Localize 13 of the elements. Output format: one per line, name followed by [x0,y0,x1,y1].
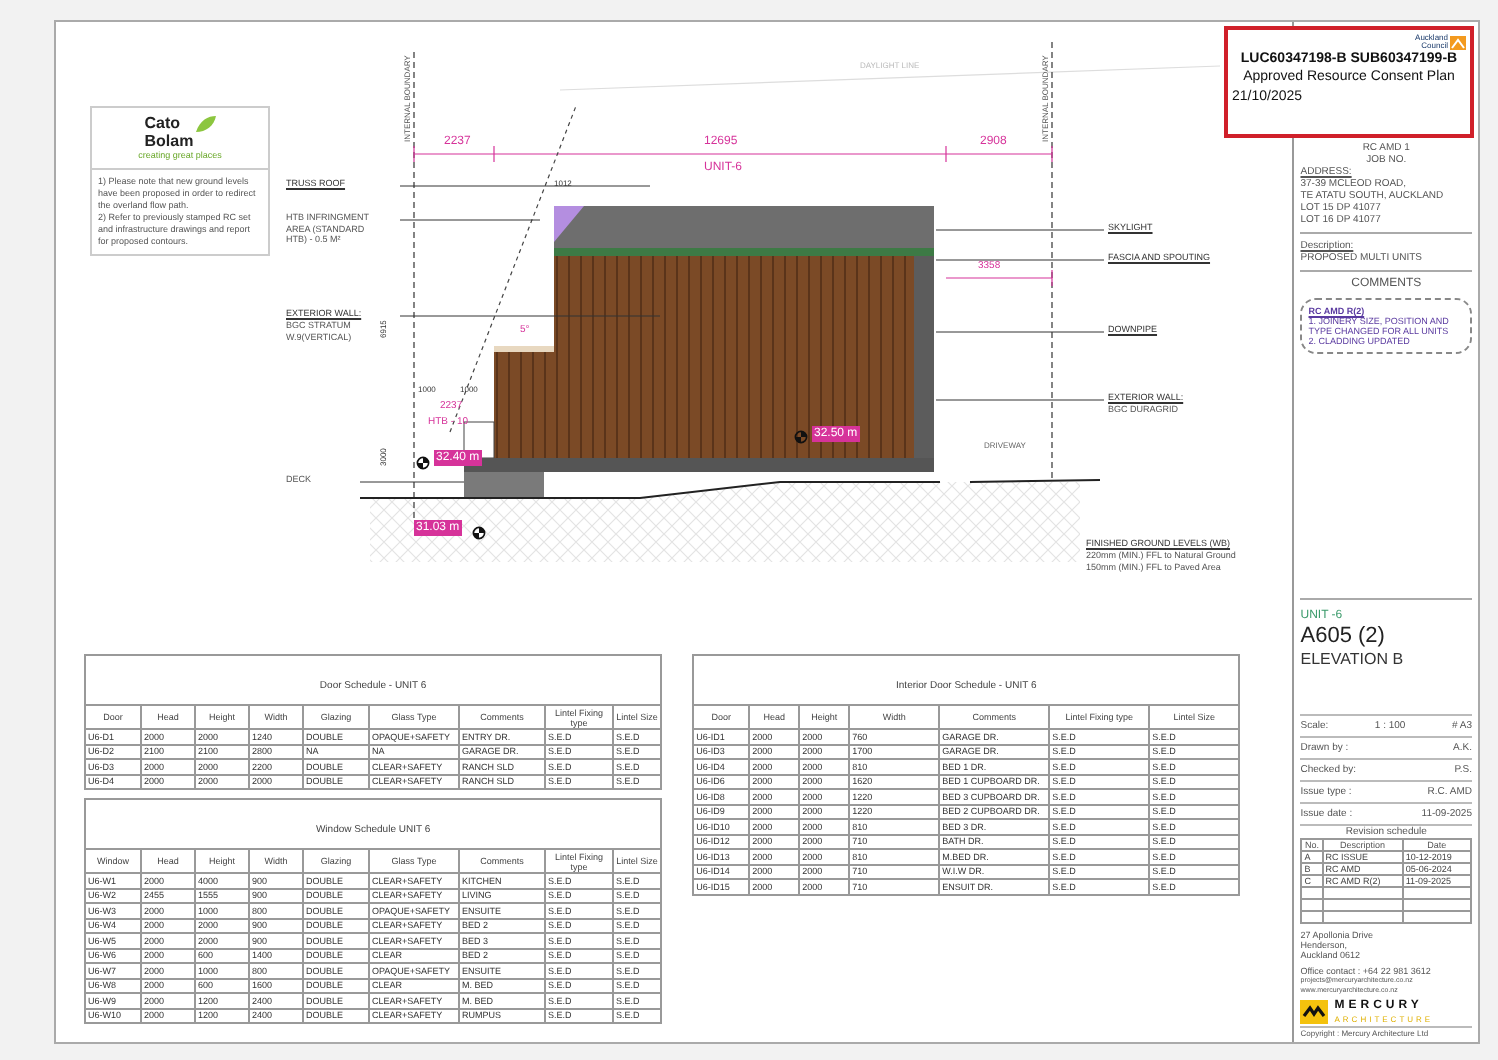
mercury-logo-icon [1300,1000,1329,1024]
sheet-number: A605 (2) [1300,624,1387,650]
level-marker-icon [472,526,486,540]
dimension-line [945,269,1053,287]
level-marker-icon [416,456,430,470]
level-marker-icon [794,430,808,444]
sheet-title: ELEVATION B [1300,650,1406,670]
leader-line [399,219,541,221]
logo-wordmark: Cato [144,116,183,132]
leaf-icon [195,116,216,132]
logo-wordmark: Bolam [144,132,194,150]
council-logo-icon [1450,35,1466,49]
leader-line [359,481,465,483]
